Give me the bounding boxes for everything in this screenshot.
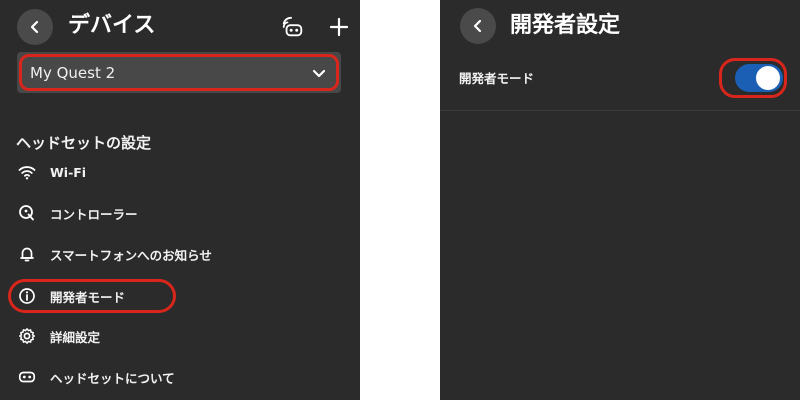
headset-icon: [18, 368, 36, 386]
menu-item-label: スマートフォンへのお知らせ: [50, 247, 212, 263]
menu-item-controller[interactable]: コントローラー: [0, 196, 360, 230]
devices-panel: デバイス My Quest 2 ヘッドセットの設定 Wi-Fi コントローラー …: [0, 0, 360, 400]
device-select-value: My Quest 2: [30, 63, 116, 82]
page-title: デバイス: [68, 13, 156, 38]
wifi-icon: [18, 163, 36, 181]
developer-mode-toggle[interactable]: [735, 64, 783, 92]
menu-item-wifi[interactable]: Wi-Fi: [0, 155, 360, 189]
section-title: ヘッドセットの設定: [16, 134, 152, 152]
controller-icon: [18, 204, 36, 222]
toggle-knob[interactable]: [756, 66, 780, 90]
plus-icon[interactable]: [326, 14, 352, 40]
developer-mode-highlight: [8, 279, 176, 313]
menu-item-advanced-settings[interactable]: 詳細設定: [0, 319, 360, 353]
menu-item-label: コントローラー: [50, 206, 138, 222]
chevron-left-icon: [30, 20, 39, 34]
device-select[interactable]: My Quest 2: [17, 52, 341, 93]
gear-icon: [18, 327, 36, 345]
divider: [440, 110, 800, 111]
menu-item-phone-notifications[interactable]: スマートフォンへのお知らせ: [0, 237, 360, 271]
developer-mode-label: 開発者モード: [459, 71, 535, 86]
developer-settings-panel: 開発者設定 開発者モード: [440, 0, 800, 400]
menu-item-about-headset[interactable]: ヘッドセットについて: [0, 360, 360, 394]
chevron-down-icon: [312, 69, 326, 77]
back-button[interactable]: [17, 9, 53, 45]
menu-item-label: Wi-Fi: [50, 164, 87, 180]
device-select-highlight: My Quest 2: [19, 54, 339, 91]
menu-item-label: 詳細設定: [50, 329, 101, 345]
page-title: 開発者設定: [510, 13, 621, 38]
back-button[interactable]: [460, 8, 496, 44]
chevron-left-icon: [473, 19, 482, 33]
bell-icon: [18, 245, 36, 263]
cast-headset-icon[interactable]: [280, 14, 306, 40]
menu-item-label: ヘッドセットについて: [50, 370, 175, 386]
